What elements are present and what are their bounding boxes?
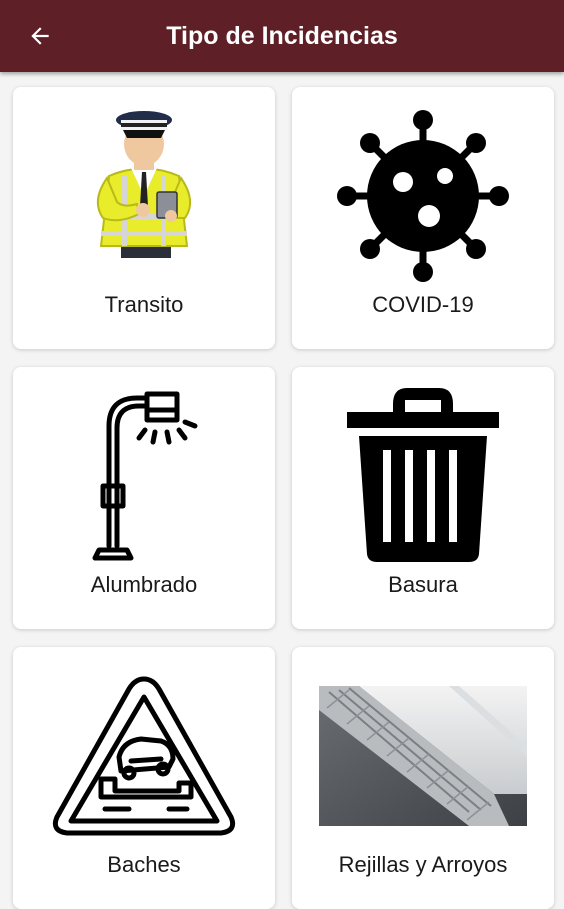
category-label: COVID-19 (372, 292, 474, 317)
category-label: Alumbrado (90, 572, 198, 597)
category-label: Transito (104, 292, 184, 317)
category-label: Basura (388, 572, 458, 597)
drain-grate-photo (292, 661, 554, 851)
street-lamp-icon (13, 381, 275, 571)
virus-icon (292, 101, 554, 291)
category-card-alumbrado[interactable]: Alumbrado (13, 367, 275, 629)
traffic-officer-icon (13, 101, 275, 291)
category-label: Rejillas y Arroyos (338, 852, 508, 877)
category-card-baches[interactable]: Baches (13, 647, 275, 909)
page-title: Tipo de Incidencias (166, 22, 398, 50)
pothole-warning-icon (13, 661, 275, 851)
category-card-covid-19[interactable]: COVID-19 (292, 87, 554, 349)
category-card-rejillas-y-arroyos[interactable]: Rejillas y Arroyos (292, 647, 554, 909)
category-label: Baches (107, 852, 181, 877)
app-bar: Tipo de Incidencias (0, 0, 564, 72)
category-card-basura[interactable]: Basura (292, 367, 554, 629)
category-card-transito[interactable]: Transito (13, 87, 275, 349)
trash-can-icon (292, 381, 554, 571)
